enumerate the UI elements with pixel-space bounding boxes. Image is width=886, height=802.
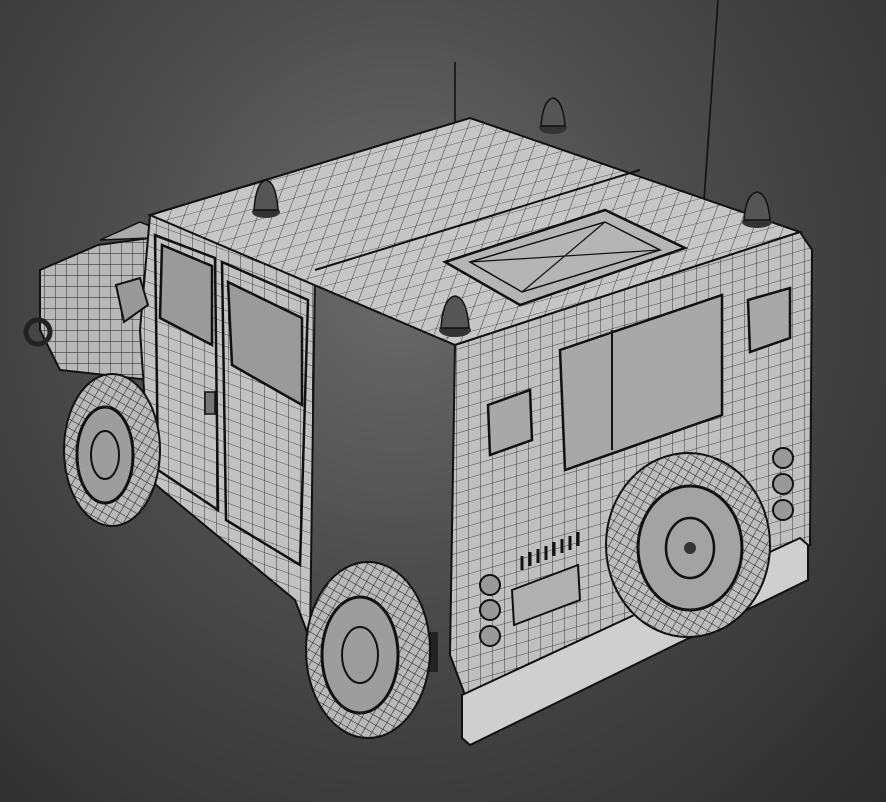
beacon-rear-right (742, 191, 772, 228)
side-panel (138, 213, 317, 641)
rear-wheel (305, 561, 431, 739)
wireframe-vehicle-render (23, 0, 814, 747)
tail-lights-right (772, 447, 794, 521)
beacon-front-right (539, 97, 567, 134)
3d-viewport[interactable] (0, 0, 886, 802)
spare-tire (605, 452, 771, 638)
door-handle (204, 391, 216, 415)
tail-lights-left (479, 574, 501, 647)
antenna-right (702, 0, 719, 216)
front-wheel (63, 373, 161, 527)
